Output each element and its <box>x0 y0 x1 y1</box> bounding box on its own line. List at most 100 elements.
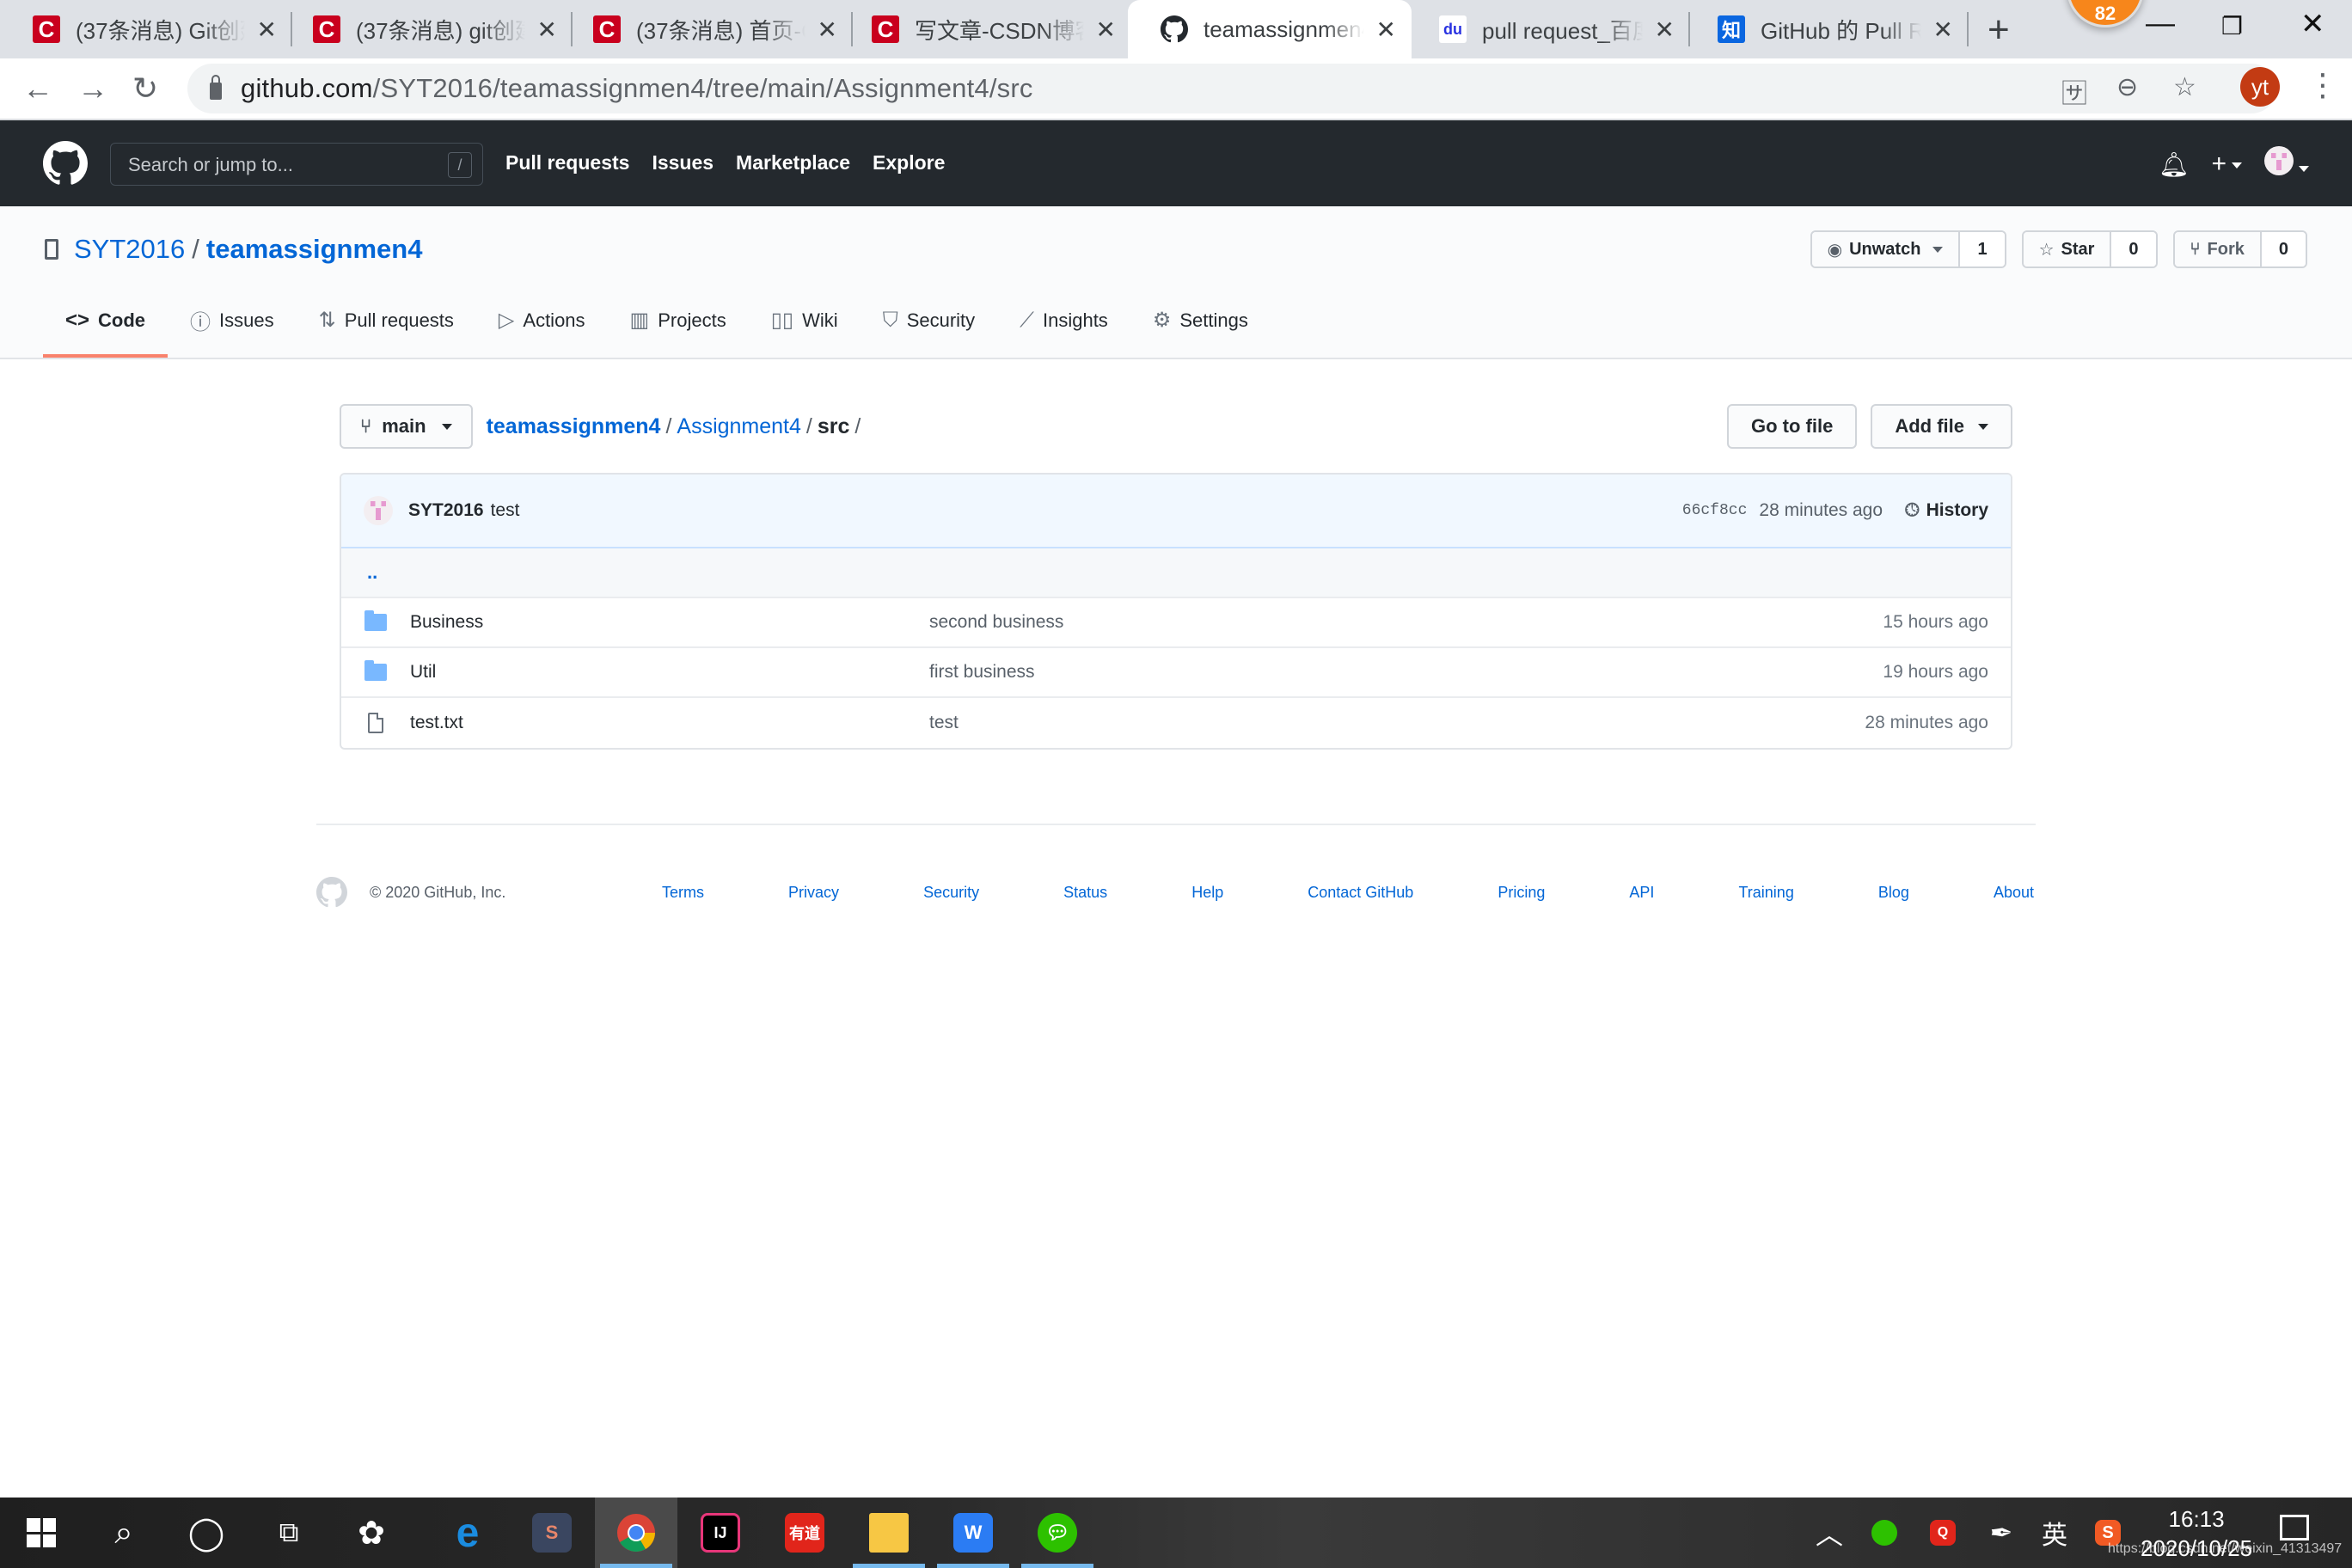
watch-count[interactable]: 1 <box>1958 232 2005 266</box>
nav-issues[interactable]: Issues <box>652 151 714 175</box>
github-logo-icon[interactable] <box>43 141 88 186</box>
tab-code[interactable]: <> Code <box>43 305 168 358</box>
footer-link-terms[interactable]: Terms <box>662 884 704 902</box>
reload-button[interactable]: ↻ <box>132 70 158 107</box>
tab-wiki[interactable]: ▯▯ Wiki <box>749 305 861 358</box>
commit-author-link[interactable]: SYT2016 <box>408 500 484 521</box>
repo-name-link[interactable]: teamassignmen4 <box>206 234 423 265</box>
restore-button[interactable]: ❐ <box>2221 12 2243 40</box>
file-name-link[interactable]: test.txt <box>410 713 929 733</box>
fork-count[interactable]: 0 <box>2259 232 2306 266</box>
nav-explore[interactable]: Explore <box>873 151 945 175</box>
unwatch-button[interactable]: ◉ Unwatch <box>1811 232 1959 266</box>
app-icon[interactable]: S <box>511 1498 593 1568</box>
add-file-button[interactable]: Add file <box>1871 404 2012 449</box>
footer-link-pricing[interactable]: Pricing <box>1498 884 1545 902</box>
search-input[interactable]: Search or jump to... / <box>110 143 483 186</box>
browser-tab[interactable]: C (37条消息) Git创建 ✕ <box>0 0 292 58</box>
commit-message-link[interactable]: first business <box>929 662 1883 683</box>
parent-directory-link[interactable]: .. <box>367 561 377 584</box>
address-bar[interactable]: github.com/SYT2016/teamassignmen4/tree/m… <box>187 64 2276 113</box>
tab-projects[interactable]: ▥ Projects <box>608 305 749 358</box>
star-count[interactable]: 0 <box>2110 232 2156 266</box>
wechat-icon[interactable]: 💬︎ <box>1016 1498 1099 1568</box>
commit-message-link[interactable]: test <box>491 500 520 521</box>
url-text[interactable]: github.com/SYT2016/teamassignmen4/tree/m… <box>241 73 1033 104</box>
tab-security[interactable]: ⛉ Security <box>861 305 997 358</box>
forward-button[interactable]: → <box>77 70 108 107</box>
new-tab-button[interactable]: + <box>1988 9 2010 52</box>
browser-menu-icon[interactable]: ⋮ <box>2307 67 2338 103</box>
pen-icon[interactable]: ✒ <box>1981 1498 2022 1568</box>
wechat-tray-icon[interactable] <box>1864 1498 1905 1568</box>
fork-button[interactable]: ⑂ Fork <box>2174 232 2260 266</box>
file-name-link[interactable]: Business <box>410 612 929 633</box>
intellij-idea-icon[interactable]: IJ <box>679 1498 762 1568</box>
bookmark-star-icon[interactable]: ☆ <box>2173 72 2196 102</box>
breadcrumb-folder-link[interactable]: Assignment4 <box>677 414 801 438</box>
browser-tab[interactable]: C 写文章-CSDN博客 ✕ <box>839 0 1131 58</box>
minimize-button[interactable]: — <box>2146 7 2175 40</box>
tab-issues[interactable]: ⓘ Issues <box>168 305 297 358</box>
translate-icon[interactable]: 🈂 <box>2061 72 2087 110</box>
zoom-out-icon[interactable]: ⊖ <box>2116 72 2138 102</box>
footer-link-help[interactable]: Help <box>1191 884 1223 902</box>
footer-link-status[interactable]: Status <box>1063 884 1107 902</box>
browser-tab-active[interactable]: teamassignmen4 ✕ <box>1128 0 1412 58</box>
cortana-icon[interactable]: ◯ <box>165 1498 248 1568</box>
youdao-icon[interactable]: 有道 <box>763 1498 846 1568</box>
footer-link-training[interactable]: Training <box>1738 884 1793 902</box>
chrome-icon[interactable] <box>595 1498 677 1568</box>
footer-link-contact[interactable]: Contact GitHub <box>1308 884 1413 902</box>
history-link[interactable]: 🕓︎ History <box>1905 500 1988 521</box>
close-tab-icon[interactable]: ✕ <box>537 15 557 44</box>
notification-center-icon[interactable] <box>2280 1515 2309 1540</box>
browser-tab[interactable]: C (37条消息) 首页-C ✕ <box>560 0 853 58</box>
browser-tab[interactable]: du pull request_百度 ✕ <box>1406 0 1690 58</box>
profile-avatar[interactable]: yt <box>2240 67 2280 107</box>
repo-owner-link[interactable]: SYT2016 <box>74 234 185 265</box>
show-hidden-icons-button[interactable]: ︿ <box>1812 1498 1847 1568</box>
nav-pull-requests[interactable]: Pull requests <box>505 151 629 175</box>
go-to-file-button[interactable]: Go to file <box>1727 404 1858 449</box>
tab-actions[interactable]: ▷ Actions <box>476 305 608 358</box>
nav-marketplace[interactable]: Marketplace <box>736 151 850 175</box>
user-menu[interactable] <box>2264 146 2309 182</box>
tab-settings[interactable]: ⚙ Settings <box>1130 305 1271 358</box>
create-new-menu[interactable]: + <box>2211 150 2242 179</box>
start-button[interactable] <box>0 1498 83 1568</box>
file-name-link[interactable]: Util <box>410 662 929 683</box>
close-tab-icon[interactable]: ✕ <box>257 15 277 44</box>
avatar[interactable] <box>364 496 393 525</box>
ime-indicator[interactable]: 英 <box>2034 1498 2075 1568</box>
footer-link-privacy[interactable]: Privacy <box>788 884 839 902</box>
edge-icon[interactable]: e <box>426 1498 509 1568</box>
close-tab-icon[interactable]: ✕ <box>1655 15 1675 44</box>
github-mark-icon[interactable] <box>316 877 347 908</box>
commit-message-link[interactable]: second business <box>929 612 1883 633</box>
search-icon[interactable]: ⌕ <box>83 1498 165 1568</box>
tab-insights[interactable]: ⟋ Insights <box>997 305 1130 358</box>
close-tab-icon[interactable]: ✕ <box>1096 15 1116 44</box>
sogou-icon[interactable]: S <box>2087 1498 2128 1568</box>
wps-icon[interactable]: W <box>932 1498 1014 1568</box>
browser-tab[interactable]: 知 GitHub 的 Pull Re ✕ <box>1685 0 1969 58</box>
branch-select[interactable]: ⑂ main <box>340 404 473 449</box>
close-window-button[interactable]: ✕ <box>2300 7 2325 41</box>
footer-link-security[interactable]: Security <box>923 884 979 902</box>
footer-link-api[interactable]: API <box>1629 884 1654 902</box>
app-icon[interactable]: ✿ <box>330 1498 413 1568</box>
browser-tab[interactable]: C (37条消息) git创建 ✕ <box>280 0 573 58</box>
tray-app-icon[interactable]: Q <box>1922 1498 1963 1568</box>
close-tab-icon[interactable]: ✕ <box>818 15 837 44</box>
commit-sha-link[interactable]: 66cf8cc <box>1682 502 1748 519</box>
breadcrumb-repo-link[interactable]: teamassignmen4 <box>487 414 661 438</box>
footer-link-about[interactable]: About <box>1994 884 2034 902</box>
commit-message-link[interactable]: test <box>929 713 1865 733</box>
close-tab-icon[interactable]: ✕ <box>1376 15 1396 44</box>
close-tab-icon[interactable]: ✕ <box>1933 15 1953 44</box>
footer-link-blog[interactable]: Blog <box>1878 884 1909 902</box>
extension-badge[interactable]: 82 <box>2067 0 2144 28</box>
bell-icon[interactable]: 🔔︎ <box>2159 150 2190 179</box>
tab-pull-requests[interactable]: ⇅ Pull requests <box>297 305 476 358</box>
